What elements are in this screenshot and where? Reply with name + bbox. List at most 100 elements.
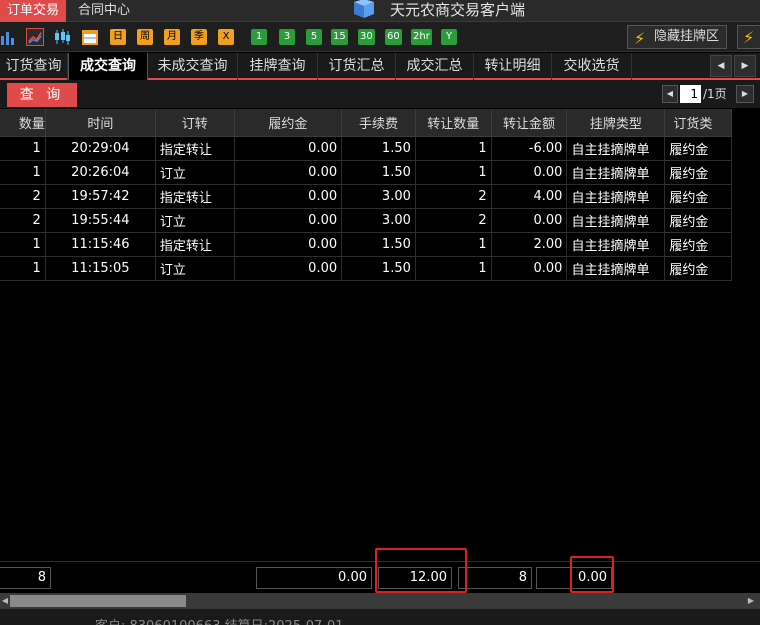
cell-transfer-amount: 2.00 xyxy=(491,232,568,257)
cell-time: 19:55:44 xyxy=(45,208,156,233)
col-header-time[interactable]: 时间 xyxy=(45,109,156,137)
page-next-icon[interactable]: ▶ xyxy=(736,85,754,103)
query-button[interactable]: 查 询 xyxy=(7,83,77,107)
tab-delivery-selection[interactable]: 交收选货 xyxy=(552,53,632,80)
minute-60-button[interactable]: 60 xyxy=(385,29,402,45)
minute-1-button[interactable]: 1 xyxy=(251,29,267,45)
scroll-right-icon[interactable]: ▶ xyxy=(742,593,760,609)
cell-time: 11:15:46 xyxy=(45,232,156,257)
cell-order-category: 履约金 xyxy=(664,136,732,161)
tab-scroll-left-icon[interactable]: ◀ xyxy=(710,55,732,77)
hide-listing-area-label: 隐藏挂牌区 xyxy=(654,29,720,44)
status-bar: 客户: 83060100663 结算日:2025-07-01 xyxy=(0,609,760,625)
cell-quantity: 1 xyxy=(0,232,46,257)
table-row[interactable]: 1 20:26:04 订立 0.00 1.50 1 0.00 自主挂摘牌单 履约金 xyxy=(0,160,732,185)
cell-transfer-qty: 1 xyxy=(415,232,492,257)
total-transfer-qty: 8 xyxy=(458,567,532,589)
minute-5-button[interactable]: 5 xyxy=(306,29,322,45)
hide-listing-area-button[interactable]: ⚡ 隐藏挂牌区 xyxy=(627,25,727,49)
period-x-button[interactable]: X xyxy=(218,29,234,45)
cell-transfer-amount: 0.00 xyxy=(491,160,568,185)
cell-order-category: 履约金 xyxy=(664,184,732,209)
tab-order-query[interactable]: 订货查询 xyxy=(0,53,68,80)
cell-fee: 1.50 xyxy=(341,136,416,161)
scrollbar-thumb[interactable] xyxy=(10,595,186,607)
status-text: 客户: 83060100663 结算日:2025-07-01 xyxy=(95,615,344,625)
bar-chart-icon[interactable] xyxy=(0,28,18,46)
cell-fee: 1.50 xyxy=(341,232,416,257)
cell-order-category: 履约金 xyxy=(664,256,732,281)
calendar-icon[interactable] xyxy=(81,28,99,46)
col-header-order-category[interactable]: 订货类 xyxy=(664,109,732,137)
tab-scroll-right-icon[interactable]: ▶ xyxy=(734,55,756,77)
tab-order-summary[interactable]: 订货汇总 xyxy=(318,53,396,80)
period-quarter-button[interactable]: 季 xyxy=(191,29,207,45)
totals-row: 8 0.00 12.00 8 0.00 xyxy=(0,548,760,593)
scroll-left-icon[interactable]: ◀ xyxy=(0,593,10,609)
tab-unfilled-query[interactable]: 未成交查询 xyxy=(148,53,238,80)
cell-quantity: 1 xyxy=(0,256,46,281)
app-logo-icon xyxy=(354,0,374,18)
cell-margin: 0.00 xyxy=(234,208,343,233)
cell-order-type: 订立 xyxy=(155,208,235,233)
col-header-transfer-qty[interactable]: 转让数量 xyxy=(415,109,492,137)
cell-time: 19:57:42 xyxy=(45,184,156,209)
tab-transfer-detail[interactable]: 转让明细 xyxy=(474,53,552,80)
cell-transfer-qty: 1 xyxy=(415,160,492,185)
period-week-button[interactable]: 周 xyxy=(137,29,153,45)
table-row[interactable]: 1 11:15:46 指定转让 0.00 1.50 1 2.00 自主挂摘牌单 履约金 xyxy=(0,232,732,257)
trend-chart-icon[interactable] xyxy=(26,28,44,46)
col-header-order-type[interactable]: 订转 xyxy=(155,109,235,137)
cell-order-type: 订立 xyxy=(155,160,235,185)
title-bar: 订单交易 合同中心 天元农商交易客户端 xyxy=(0,0,760,22)
cell-order-category: 履约金 xyxy=(664,232,732,257)
col-header-margin[interactable]: 履约金 xyxy=(234,109,343,137)
col-header-listing-type[interactable]: 挂牌类型 xyxy=(566,109,666,137)
tab-trade-summary[interactable]: 成交汇总 xyxy=(396,53,474,80)
year-button[interactable]: Y xyxy=(441,29,457,45)
period-month-button[interactable]: 月 xyxy=(164,29,180,45)
cell-margin: 0.00 xyxy=(234,184,343,209)
cell-listing-type: 自主挂摘牌单 xyxy=(566,232,666,257)
query-bar: 查 询 ◀ 1 /1页 ▶ xyxy=(0,80,760,108)
col-header-transfer-amount[interactable]: 转让金额 xyxy=(491,109,568,137)
cell-quantity: 1 xyxy=(0,136,46,161)
tab-listing-query[interactable]: 挂牌查询 xyxy=(238,53,318,80)
top-tab-contract-center[interactable]: 合同中心 xyxy=(72,0,136,22)
table-row[interactable]: 1 20:29:04 指定转让 0.00 1.50 1 -6.00 自主挂摘牌单 履约金 xyxy=(0,136,732,161)
cell-listing-type: 自主挂摘牌单 xyxy=(566,184,666,209)
col-header-quantity[interactable]: 数量 xyxy=(0,109,46,137)
tab-trade-query[interactable]: 成交查询 xyxy=(68,53,148,80)
candlestick-icon[interactable] xyxy=(53,28,71,46)
page-prev-icon[interactable]: ◀ xyxy=(662,85,678,103)
table-row[interactable]: 2 19:55:44 订立 0.00 3.00 2 0.00 自主挂摘牌单 履约金 xyxy=(0,208,732,233)
total-quantity: 8 xyxy=(0,567,51,589)
cell-order-type: 指定转让 xyxy=(155,184,235,209)
lightning-icon: ⚡ xyxy=(743,28,755,47)
table-row[interactable]: 1 11:15:05 订立 0.00 1.50 1 0.00 自主挂摘牌单 履约金 xyxy=(0,256,732,281)
cell-transfer-qty: 1 xyxy=(415,136,492,161)
horizontal-scrollbar[interactable]: ◀ ▶ xyxy=(0,593,760,609)
minute-30-button[interactable]: 30 xyxy=(358,29,375,45)
period-day-button[interactable]: 日 xyxy=(110,29,126,45)
hour-2-button[interactable]: 2hr xyxy=(411,29,432,45)
extra-lightning-button[interactable]: ⚡ xyxy=(737,25,760,49)
top-tab-order-trading[interactable]: 订单交易 xyxy=(0,0,66,22)
page-total-label: /1页 xyxy=(703,87,727,101)
cell-time: 20:26:04 xyxy=(45,160,156,185)
lightning-icon: ⚡ xyxy=(634,29,646,48)
cell-fee: 1.50 xyxy=(341,160,416,185)
table-row[interactable]: 2 19:57:42 指定转让 0.00 3.00 2 4.00 自主挂摘牌单 履约金 xyxy=(0,184,732,209)
cell-quantity: 2 xyxy=(0,208,46,233)
cell-margin: 0.00 xyxy=(234,136,343,161)
minute-3-button[interactable]: 3 xyxy=(279,29,295,45)
cell-order-type: 订立 xyxy=(155,256,235,281)
minute-15-button[interactable]: 15 xyxy=(331,29,348,45)
col-header-fee[interactable]: 手续费 xyxy=(341,109,416,137)
highlight-box-transfer-amount xyxy=(570,556,614,593)
table-header-row: 数量 时间 订转 履约金 手续费 转让数量 转让金额 挂牌类型 订货类 xyxy=(0,109,732,137)
cell-quantity: 2 xyxy=(0,184,46,209)
chart-toolbar: 日 周 月 季 X 1 3 5 15 30 60 2hr Y ⚡ 隐藏挂牌区 ⚡ xyxy=(0,22,760,52)
cell-listing-type: 自主挂摘牌单 xyxy=(566,136,666,161)
page-number-input[interactable]: 1 xyxy=(680,85,701,103)
